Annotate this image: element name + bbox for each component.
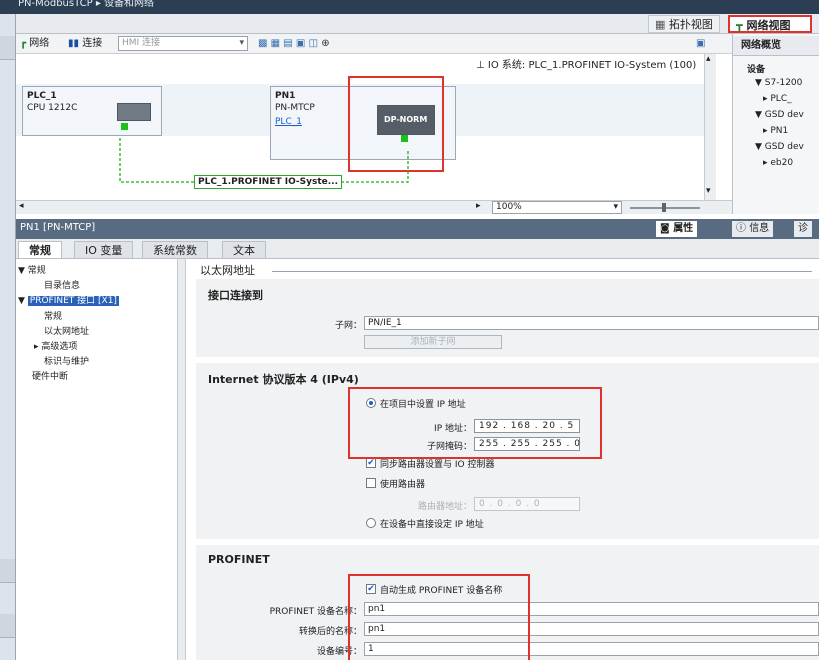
nav-profinet-interface[interactable]: ▼ PROFINET 接口 [X1] <box>18 293 119 306</box>
tab-info[interactable]: ⓘ 信息 <box>732 221 774 237</box>
tab-network-overview[interactable]: 网络概览 <box>733 36 819 56</box>
nav-ethernet-address[interactable]: 以太网地址 <box>44 324 89 337</box>
ip-highlight-box <box>348 387 602 459</box>
properties-header: PN1 [PN-MTCP] ◙ 属性 ⓘ 信息 诊 <box>16 219 819 239</box>
properties-subtabs: 常规 IO 变量 系统常数 文本 <box>16 239 819 259</box>
left-side-strip <box>0 14 16 660</box>
align-icon[interactable]: ▤ <box>283 38 292 49</box>
nav-general[interactable]: ▼ 常规 <box>18 263 46 276</box>
tab-properties[interactable]: ◙ 属性 <box>656 221 698 237</box>
zoom-select[interactable]: 100% ▾ <box>492 201 622 214</box>
properties-content: 以太网地址 接口连接到 子网： PN/IE_1 添加新子网 Internet 协… <box>186 259 819 660</box>
highlight-icon[interactable]: ▩ <box>258 38 267 49</box>
overview-row[interactable]: ▼ GSD dev <box>755 142 804 152</box>
left-strip-button[interactable] <box>0 614 15 638</box>
subnet-label: 子网： <box>334 321 362 331</box>
scroll-right-icon[interactable]: ▸ <box>476 201 481 211</box>
nav-splitter[interactable] <box>178 259 186 660</box>
add-subnet-button[interactable]: 添加新子网 <box>364 335 502 349</box>
connections-button[interactable]: ▮▮ 连接 <box>68 36 102 52</box>
toolbar-icons-group[interactable]: ▩ ▦ ▤ ▣ ◫ ⊕ <box>258 36 330 52</box>
tab-system-constants[interactable]: 系统常数 <box>142 241 208 258</box>
canvas-vertical-scrollbar[interactable]: ▴ ▾ <box>704 54 716 200</box>
tab-io-tags[interactable]: IO 变量 <box>74 241 134 258</box>
interface-section-title: 接口连接到 <box>208 289 263 302</box>
zoom-slider-thumb[interactable] <box>662 203 666 212</box>
scroll-down-icon[interactable]: ▾ <box>706 186 711 196</box>
canvas-horizontal-scrollbar[interactable]: ◂ ▸ 100% ▾ <box>16 200 732 214</box>
overview-row[interactable]: ▼ S7-1200 <box>755 78 802 88</box>
use-router-label: 使用路由器 <box>380 480 426 490</box>
network-label[interactable]: PLC_1.PROFINET IO-Syste... <box>194 175 343 189</box>
tab-texts[interactable]: 文本 <box>222 241 266 258</box>
nav-hardware-interrupt[interactable]: 硬件中断 <box>32 369 68 382</box>
properties-title: PN1 [PN-MTCP] <box>20 222 96 233</box>
chevron-down-icon: ▾ <box>239 38 244 48</box>
tab-diagnostics[interactable]: 诊 <box>794 221 812 237</box>
profinet-section-title: PROFINET <box>208 553 270 566</box>
connections-icon: ▮▮ <box>68 38 80 49</box>
breadcrumb: PN-ModbusTCP ▸ 设备和网络 <box>18 0 155 9</box>
nav-advanced-options[interactable]: ▸ 高级选项 <box>34 339 77 352</box>
nav-interface-general[interactable]: 常规 <box>44 309 62 322</box>
zoom-icon[interactable]: ⊕ <box>321 38 329 49</box>
ipv4-section-title: Internet 协议版本 4 (IPv4) <box>208 373 359 386</box>
chevron-down-icon: ▾ <box>613 202 618 212</box>
tab-network-view[interactable]: ┳ 网络视图 <box>728 15 812 33</box>
topology-icon: ▦ <box>655 18 666 31</box>
layout-icon[interactable]: ▣ <box>296 38 305 49</box>
scroll-up-icon[interactable]: ▴ <box>706 54 711 64</box>
tab-topology-view[interactable]: ▦ 拓扑视图 <box>648 15 720 33</box>
network-icon: ┳ <box>736 19 743 32</box>
network-tool-icon: ┏ <box>20 38 27 49</box>
network-overview-panel: 网络概览 设备 ▼ S7-1200 ▸ PLC_ ▼ GSD dev ▸ PN1… <box>732 34 819 214</box>
scroll-left-icon[interactable]: ◂ <box>19 201 24 211</box>
nav-identification[interactable]: 标识与维护 <box>44 354 89 367</box>
set-ip-on-device-label: 在设备中直接设定 IP 地址 <box>380 520 484 530</box>
overview-row[interactable]: ▸ PN1 <box>763 126 788 136</box>
network-toolbar: ┏ 网络 ▮▮ 连接 HMI 连接 ▾ ▩ ▦ ▤ ▣ ◫ ⊕ ▣ <box>16 34 732 54</box>
overview-header: 设备 <box>747 65 766 75</box>
properties-nav-tree: ▼ 常规 目录信息 ▼ PROFINET 接口 [X1] 常规 以太网地址 ▸ … <box>16 259 178 660</box>
profinet-highlight-box <box>348 574 530 660</box>
left-strip-button[interactable] <box>0 559 15 583</box>
overview-row[interactable]: ▸ PLC_ <box>763 94 792 104</box>
router-address-input[interactable]: 0 . 0 . 0 . 0 <box>474 497 580 511</box>
sync-router-checkbox[interactable]: ✔ <box>366 458 376 468</box>
converted-name-label: 转换后的名称： <box>298 627 362 637</box>
set-ip-on-device-radio[interactable] <box>366 518 376 528</box>
overview-row[interactable]: ▼ GSD dev <box>755 110 804 120</box>
title-bar: PN-ModbusTCP ▸ 设备和网络 <box>0 0 819 14</box>
overview-toggle-icon[interactable]: ▣ <box>696 36 705 52</box>
device-name-label: PROFINET 设备名称： <box>269 607 362 617</box>
heading-divider <box>272 271 812 272</box>
use-router-checkbox[interactable] <box>366 478 376 488</box>
profinet-network-line <box>119 138 409 183</box>
network-button[interactable]: ┏ 网络 <box>20 36 49 52</box>
connection-type-select[interactable]: HMI 连接 ▾ <box>118 36 248 51</box>
router-address-label: 路由器地址： <box>417 502 472 512</box>
network-canvas[interactable]: ⊥ IO 系统: PLC_1.PROFINET IO-System (100) … <box>16 54 716 200</box>
properties-icon: ◙ <box>660 223 670 234</box>
view-tab-bar: ▦ 拓扑视图 ┳ 网络视图 <box>16 14 819 34</box>
left-strip-button[interactable] <box>0 36 15 60</box>
nav-catalog-info[interactable]: 目录信息 <box>44 278 80 291</box>
tab-general[interactable]: 常规 <box>18 241 62 258</box>
device-number-label: 设备编号： <box>316 647 362 657</box>
info-icon: ⓘ <box>736 223 746 234</box>
subnet-select[interactable]: PN/IE_1 <box>364 316 819 330</box>
ethernet-heading: 以太网地址 <box>200 264 255 277</box>
interface-section: 接口连接到 子网： PN/IE_1 添加新子网 <box>196 279 819 357</box>
panel-icon[interactable]: ◫ <box>309 38 318 49</box>
overview-row[interactable]: ▸ eb20 <box>763 158 793 168</box>
grid-icon[interactable]: ▦ <box>271 38 280 49</box>
